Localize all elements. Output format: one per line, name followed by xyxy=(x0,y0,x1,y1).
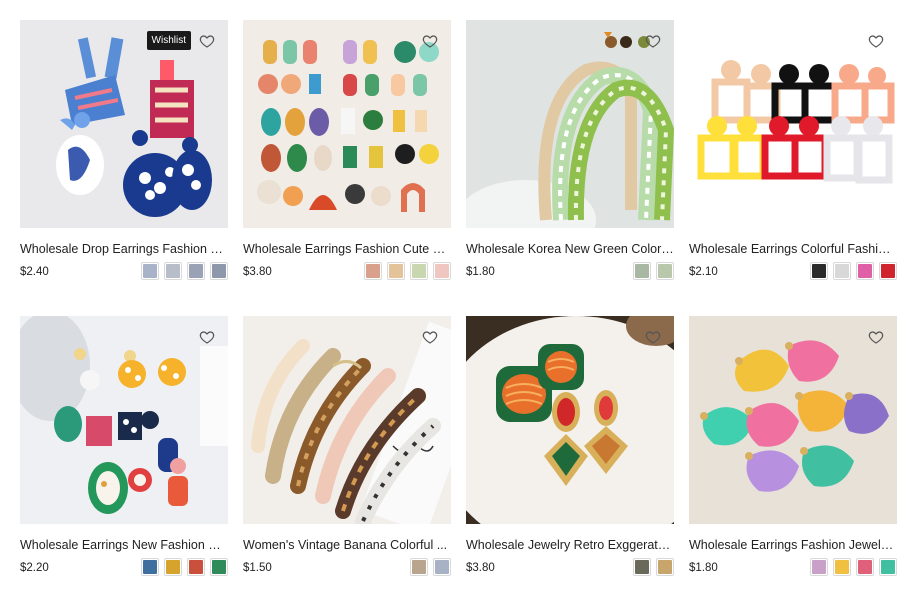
product-card[interactable]: Wholesale Earrings Fashion Cute G... $3.… xyxy=(243,20,451,280)
color-swatch[interactable] xyxy=(656,262,674,280)
wishlist-heart-icon[interactable] xyxy=(643,31,663,51)
product-image-cute-earrings xyxy=(243,20,451,228)
product-image[interactable] xyxy=(243,316,451,524)
color-swatch[interactable] xyxy=(633,558,651,576)
product-card[interactable]: Wholesale Earrings New Fashion Co... $2.… xyxy=(20,316,228,576)
color-swatch[interactable] xyxy=(410,558,428,576)
product-card[interactable]: Wholesale Korea New Green Colorf... $1.8… xyxy=(466,20,674,280)
color-swatch[interactable] xyxy=(164,262,182,280)
color-swatches xyxy=(633,262,674,280)
color-swatch[interactable] xyxy=(856,558,874,576)
wishlist-heart-icon[interactable] xyxy=(643,327,663,347)
product-price: $1.80 xyxy=(689,562,718,574)
color-swatch[interactable] xyxy=(141,558,159,576)
product-card[interactable]: Wholesale Earrings Colorful Fashion... $… xyxy=(689,20,897,280)
product-image[interactable] xyxy=(689,20,897,228)
product-card[interactable]: Wholesale Earrings Fashion Jewelry... $1… xyxy=(689,316,897,576)
product-image-retro-jewelry xyxy=(466,316,674,524)
product-title[interactable]: Wholesale Jewelry Retro Exggerate... xyxy=(466,537,674,553)
product-image-leaf-earrings xyxy=(689,316,897,524)
product-image-square-earrings xyxy=(689,20,897,228)
color-swatch[interactable] xyxy=(810,262,828,280)
product-price: $1.80 xyxy=(466,266,495,278)
product-title[interactable]: Wholesale Earrings Colorful Fashion... xyxy=(689,241,897,257)
product-image[interactable] xyxy=(20,316,228,524)
wishlist-heart-icon[interactable] xyxy=(197,31,217,51)
color-swatch[interactable] xyxy=(141,262,159,280)
color-swatch[interactable] xyxy=(187,558,205,576)
color-swatch[interactable] xyxy=(810,558,828,576)
color-swatch[interactable] xyxy=(879,262,897,280)
color-swatch[interactable] xyxy=(410,262,428,280)
product-card[interactable]: Women's Vintage Banana Colorful ... $1.5… xyxy=(243,316,451,576)
wishlist-heart-icon[interactable] xyxy=(197,327,217,347)
color-swatches xyxy=(364,262,451,280)
wishlist-heart-icon[interactable] xyxy=(866,327,886,347)
color-swatches xyxy=(810,262,897,280)
product-image[interactable] xyxy=(243,20,451,228)
product-image-new-fashion-earrings xyxy=(20,316,228,524)
color-swatch[interactable] xyxy=(164,558,182,576)
color-swatch[interactable] xyxy=(364,262,382,280)
color-swatch[interactable] xyxy=(633,262,651,280)
color-swatches xyxy=(810,558,897,576)
product-card[interactable]: Wishlist Wholesale Drop Earrings Fashion… xyxy=(20,20,228,280)
wishlist-tooltip: Wishlist xyxy=(146,31,191,50)
product-card[interactable]: Wholesale Jewelry Retro Exggerate... $3.… xyxy=(466,316,674,576)
product-title[interactable]: Wholesale Drop Earrings Fashion C... xyxy=(20,241,228,257)
product-price: $2.40 xyxy=(20,266,49,278)
color-swatch[interactable] xyxy=(833,262,851,280)
product-image-banana-clips xyxy=(243,316,451,524)
product-title[interactable]: Wholesale Korea New Green Colorf... xyxy=(466,241,674,257)
product-price: $1.50 xyxy=(243,562,272,574)
color-swatch[interactable] xyxy=(433,558,451,576)
product-title[interactable]: Wholesale Earrings New Fashion Co... xyxy=(20,537,228,553)
product-image[interactable] xyxy=(689,316,897,524)
color-swatch[interactable] xyxy=(210,262,228,280)
product-image-headband xyxy=(466,20,674,228)
product-price: $2.10 xyxy=(689,266,718,278)
wishlist-heart-icon[interactable] xyxy=(420,31,440,51)
color-swatches xyxy=(141,262,228,280)
color-swatches xyxy=(410,558,451,576)
color-swatch[interactable] xyxy=(656,558,674,576)
product-title[interactable]: Wholesale Earrings Fashion Cute G... xyxy=(243,241,451,257)
product-title[interactable]: Wholesale Earrings Fashion Jewelry... xyxy=(689,537,897,553)
product-image[interactable] xyxy=(466,316,674,524)
color-swatches xyxy=(141,558,228,576)
wishlist-heart-icon[interactable] xyxy=(866,31,886,51)
product-image[interactable] xyxy=(466,20,674,228)
product-title[interactable]: Women's Vintage Banana Colorful ... xyxy=(243,537,451,553)
color-swatch[interactable] xyxy=(210,558,228,576)
product-price: $3.80 xyxy=(466,562,495,574)
product-image[interactable]: Wishlist xyxy=(20,20,228,228)
product-price: $3.80 xyxy=(243,266,272,278)
color-swatch[interactable] xyxy=(387,262,405,280)
color-swatches xyxy=(633,558,674,576)
color-swatch[interactable] xyxy=(833,558,851,576)
color-swatch[interactable] xyxy=(433,262,451,280)
product-image-drop-earrings xyxy=(20,20,228,228)
color-swatch[interactable] xyxy=(879,558,897,576)
wishlist-heart-icon[interactable] xyxy=(420,327,440,347)
product-price: $2.20 xyxy=(20,562,49,574)
color-swatch[interactable] xyxy=(856,262,874,280)
color-swatch[interactable] xyxy=(187,262,205,280)
